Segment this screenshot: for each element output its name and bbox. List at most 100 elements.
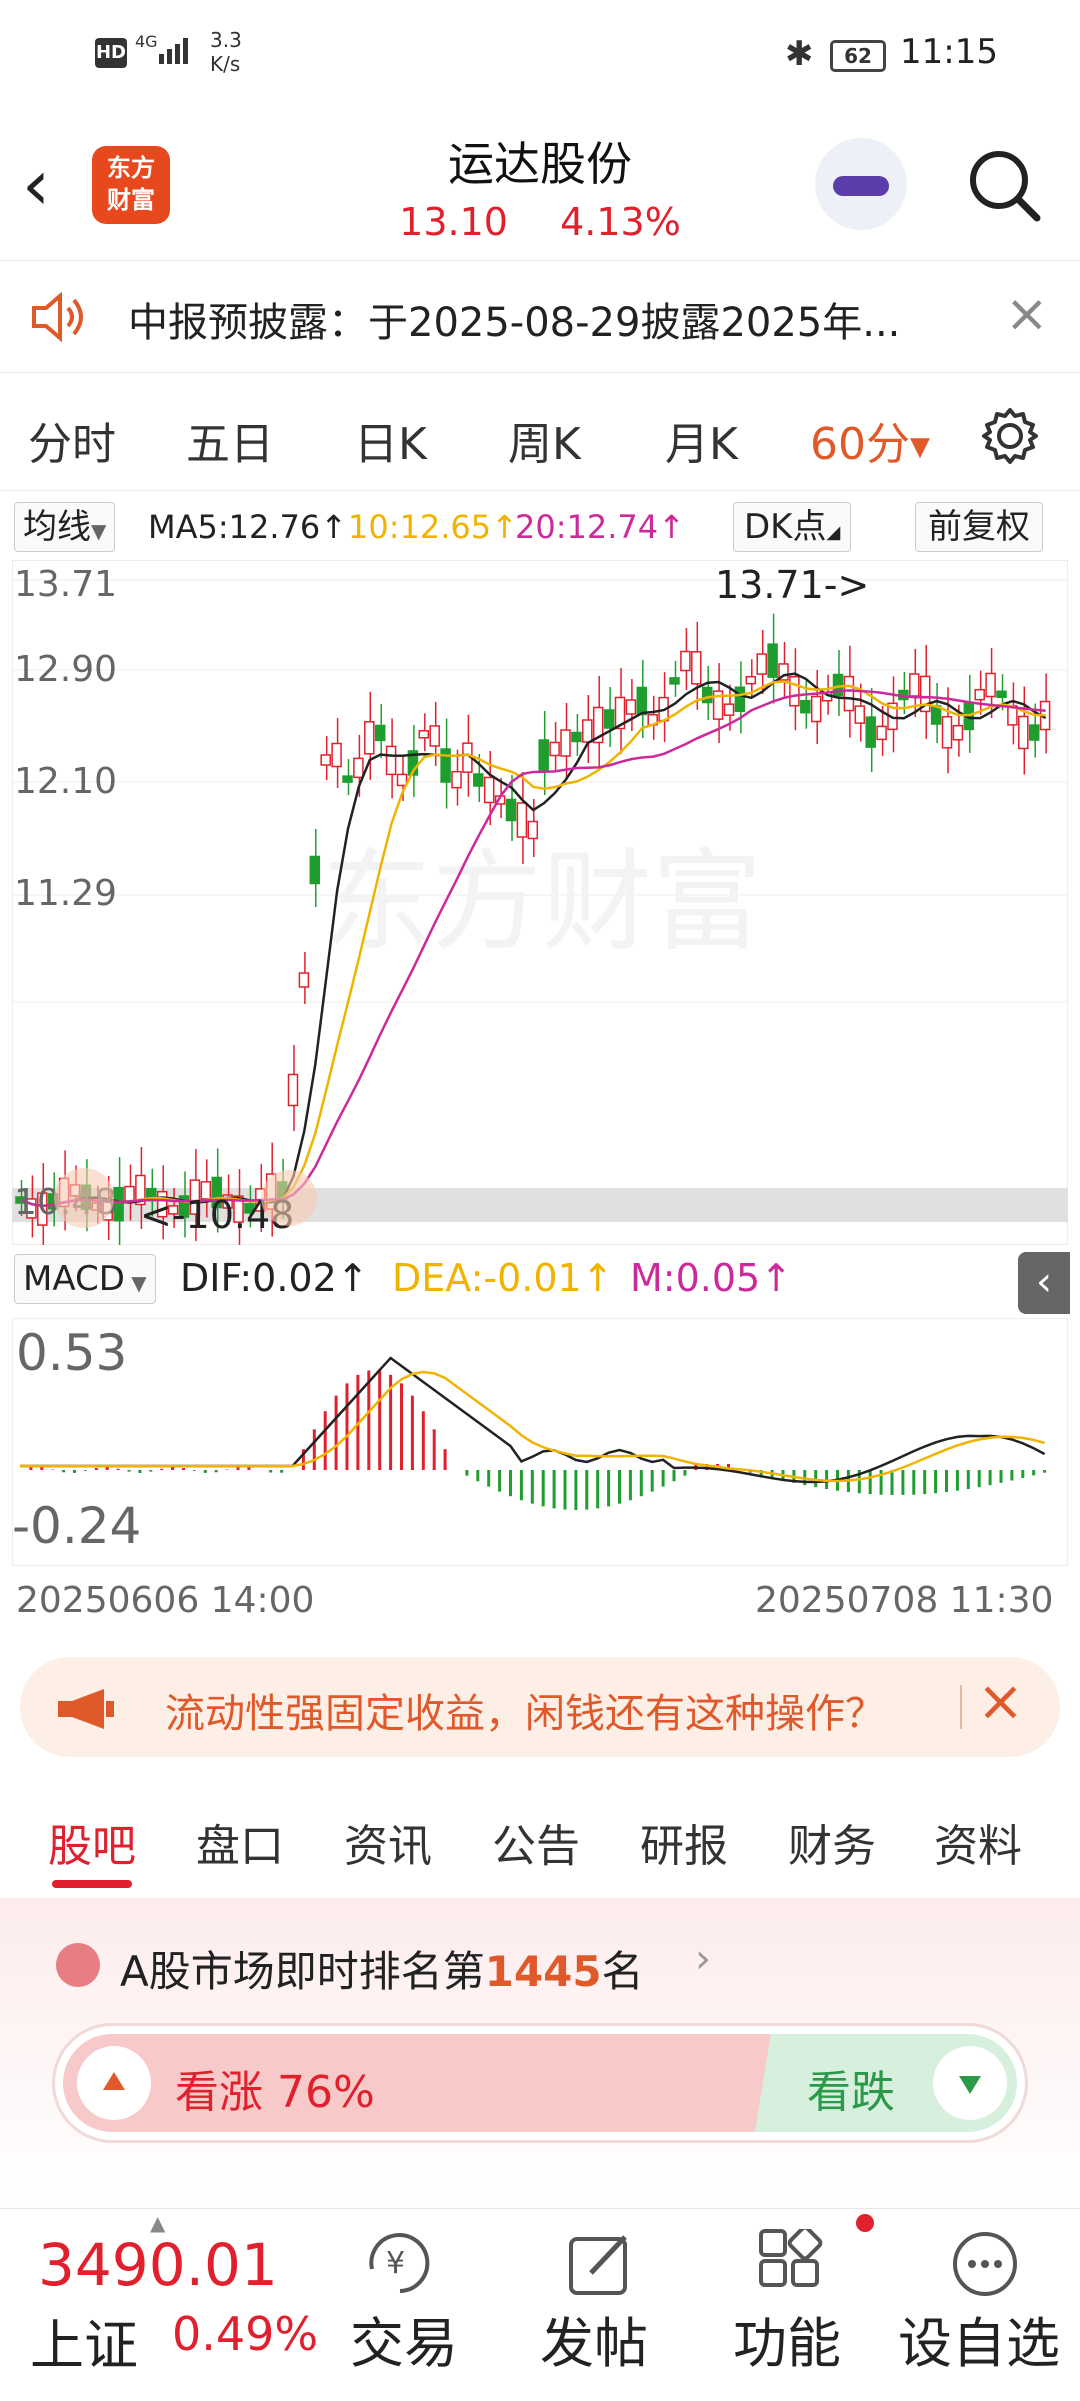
tab-profile[interactable]: 资料 bbox=[934, 1810, 1022, 1874]
vote-down-button[interactable] bbox=[933, 2046, 1007, 2120]
bluetooth-icon: ✱ bbox=[785, 34, 814, 74]
adjustment-button[interactable]: 前复权 bbox=[915, 502, 1043, 552]
announcement-bar[interactable]: 中报预披露：于2025-08-29披露2025年... × bbox=[0, 262, 1080, 373]
candle bbox=[669, 677, 680, 685]
macd-axis-top: 0.53 bbox=[16, 1324, 127, 1382]
dk-point-button[interactable]: DK点◢ bbox=[733, 502, 852, 552]
marker-bubble bbox=[54, 1168, 114, 1228]
collapse-panel-button[interactable]: ‹ bbox=[1018, 1252, 1070, 1314]
kline-chart[interactable]: 东方财富 13.7112.9012.1011.2910.48 13.71-> <… bbox=[12, 560, 1068, 1245]
candle bbox=[810, 695, 822, 723]
macd-indicator-row: MACD ▼ DIF:0.02↑ DEA:-0.01↑ M:0.05↑ bbox=[0, 1250, 1080, 1310]
close-icon[interactable]: × bbox=[1005, 284, 1049, 344]
stock-header: ‹ 东方 财富 运达股份 13.10 4.13% bbox=[0, 110, 1080, 261]
candle bbox=[734, 686, 746, 713]
macd-selector[interactable]: MACD ▼ bbox=[14, 1254, 156, 1304]
tab-finance[interactable]: 财务 bbox=[788, 1810, 876, 1874]
candle bbox=[309, 855, 321, 885]
dif-value: DIF:0.02↑ bbox=[180, 1256, 369, 1300]
tab-announcements[interactable]: 公告 bbox=[492, 1810, 580, 1874]
add-watchlist-button[interactable]: 设自选 bbox=[898, 2299, 1060, 2378]
functions-button[interactable]: 功能 bbox=[733, 2299, 841, 2378]
macd-axis-bottom: -0.24 bbox=[12, 1497, 141, 1555]
chevron-right-icon[interactable]: › bbox=[695, 1936, 711, 1982]
trade-icon[interactable]: ¥ bbox=[360, 2229, 440, 2299]
post-icon[interactable] bbox=[565, 2229, 635, 2299]
candle bbox=[701, 686, 713, 704]
candle bbox=[756, 653, 767, 675]
ma10-value: 10:12.65↑ bbox=[348, 508, 518, 546]
hd-icon: HD bbox=[95, 38, 127, 68]
index-change: 0.49% bbox=[172, 2307, 319, 2361]
watermark: 东方财富 bbox=[322, 838, 762, 966]
tab-5day[interactable]: 五日 bbox=[186, 408, 274, 472]
trade-button[interactable]: 交易 bbox=[350, 2299, 458, 2378]
tab-research[interactable]: 研报 bbox=[640, 1810, 728, 1874]
tab-pankou[interactable]: 盘口 bbox=[196, 1810, 284, 1874]
ad-banner[interactable]: 流动性强固定收益，闲钱还有这种操作？ × bbox=[20, 1657, 1060, 1757]
candle bbox=[451, 770, 462, 789]
svg-text:¥: ¥ bbox=[386, 2246, 405, 2281]
index-name[interactable]: 上证 bbox=[30, 2301, 138, 2380]
tab-guba[interactable]: 股吧 bbox=[48, 1810, 136, 1874]
date-start: 20250606 14:00 bbox=[16, 1580, 315, 1621]
assistant-robot-icon[interactable] bbox=[815, 138, 907, 230]
tab-news[interactable]: 资讯 bbox=[344, 1810, 432, 1874]
tab-60min[interactable]: 60分▼ bbox=[810, 408, 930, 472]
price-axis-label: 12.90 bbox=[14, 649, 117, 690]
megaphone-icon bbox=[58, 1689, 114, 1729]
status-bar: HD 4G 3.3 K/s ✱ 62 11:15 bbox=[0, 0, 1080, 110]
tab-daily-k[interactable]: 日K bbox=[354, 408, 427, 472]
vote-up-button[interactable] bbox=[77, 2046, 151, 2120]
candle bbox=[385, 745, 397, 776]
candle bbox=[1018, 715, 1029, 750]
network-speed: 3.3 K/s bbox=[210, 28, 242, 76]
ma-selector[interactable]: 均线▼ bbox=[14, 502, 116, 552]
candle bbox=[985, 672, 996, 698]
chart-icon bbox=[56, 1943, 100, 1987]
candle bbox=[396, 773, 408, 787]
candle bbox=[1028, 724, 1040, 741]
candle bbox=[483, 776, 495, 804]
close-icon[interactable]: × bbox=[977, 1669, 1024, 1734]
ma5-value: MA5:12.76↑ bbox=[148, 508, 348, 546]
clock: 11:15 bbox=[900, 32, 998, 72]
candle bbox=[974, 688, 985, 701]
tab-weekly-k[interactable]: 周K bbox=[508, 408, 581, 472]
stock-name: 运达股份 bbox=[448, 137, 632, 191]
candle bbox=[636, 686, 648, 716]
candle bbox=[854, 705, 866, 724]
candle bbox=[516, 802, 528, 838]
candle bbox=[909, 673, 920, 697]
candle bbox=[800, 699, 811, 714]
candle bbox=[625, 699, 637, 715]
candle bbox=[374, 724, 386, 742]
active-tab-indicator bbox=[52, 1880, 132, 1888]
more-icon[interactable] bbox=[950, 2229, 1020, 2299]
candle bbox=[996, 690, 1007, 699]
gear-icon[interactable] bbox=[980, 406, 1040, 466]
candle bbox=[582, 719, 593, 743]
tab-intraday[interactable]: 分时 bbox=[28, 408, 116, 472]
candle bbox=[440, 748, 451, 783]
price-axis-label: 13.71 bbox=[14, 564, 117, 605]
macd-chart[interactable]: 0.53 -0.24 bbox=[12, 1318, 1068, 1566]
ranking-text[interactable]: A股市场即时排名第1445名 bbox=[120, 1938, 644, 1999]
index-value[interactable]: 3490.01 bbox=[38, 2231, 278, 2299]
candle bbox=[723, 703, 735, 716]
bottom-toolbar: ▲ 3490.01 上证 0.49% ¥ 交易 发帖 功能 设自选 bbox=[0, 2208, 1080, 2401]
functions-icon[interactable] bbox=[755, 2229, 825, 2299]
candle bbox=[767, 643, 778, 678]
candle bbox=[865, 716, 876, 748]
candle bbox=[876, 725, 887, 741]
candle bbox=[680, 650, 691, 672]
tab-monthly-k[interactable]: 月K bbox=[665, 408, 738, 472]
candle bbox=[364, 721, 375, 755]
marker-bubble bbox=[261, 1170, 317, 1226]
post-button[interactable]: 发帖 bbox=[540, 2299, 648, 2378]
ma20-value: 20:12.74↑ bbox=[515, 508, 685, 546]
stock-quote: 13.10 4.13% bbox=[0, 200, 1080, 244]
candle bbox=[560, 729, 571, 757]
candle bbox=[331, 742, 342, 768]
search-icon[interactable] bbox=[965, 146, 1045, 226]
